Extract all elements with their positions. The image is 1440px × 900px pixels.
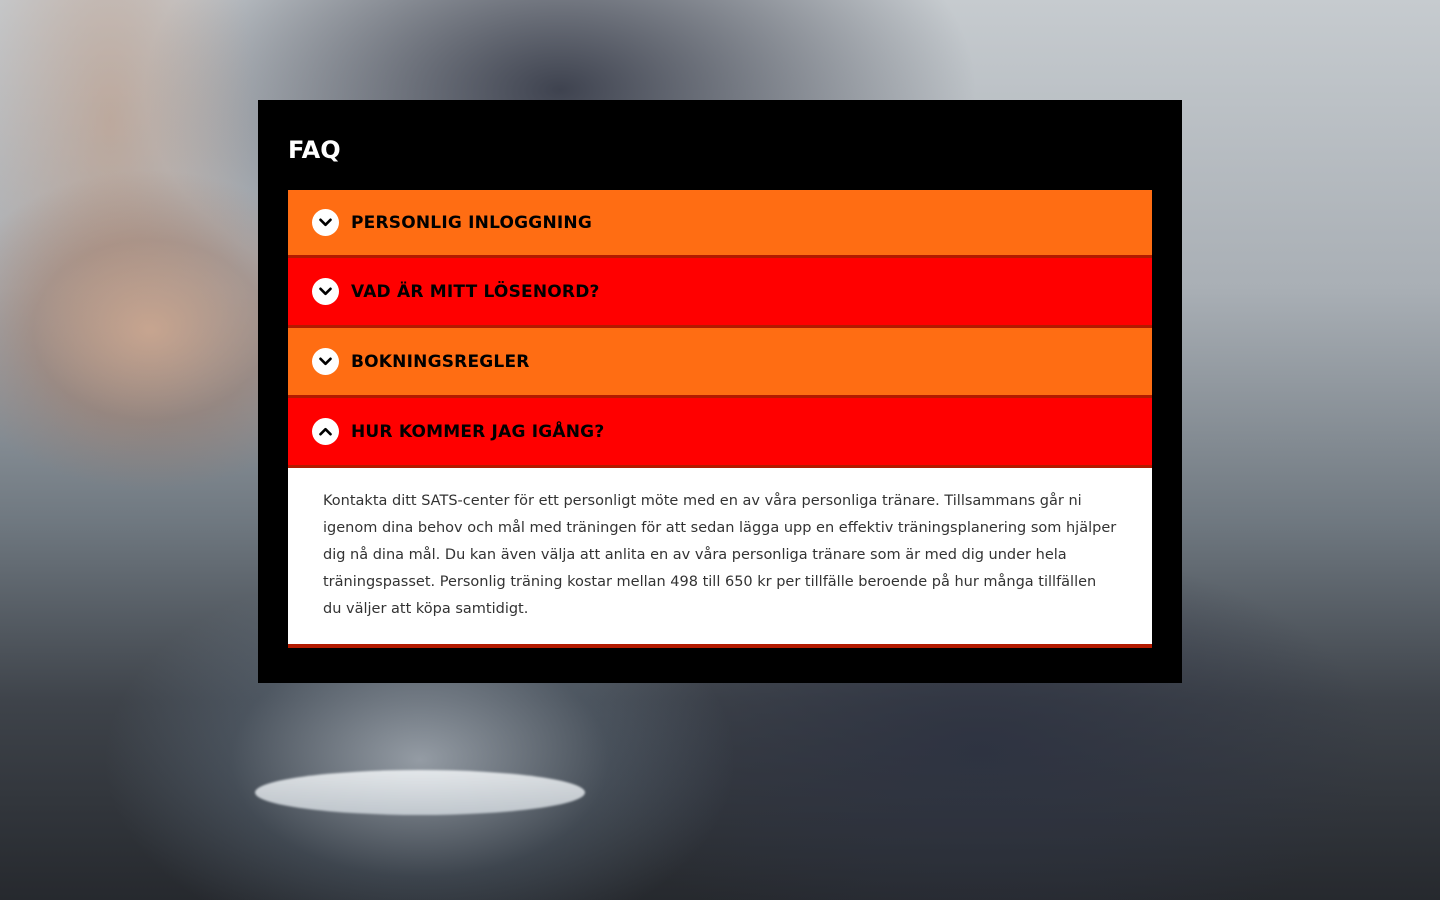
accordion-header-personlig-inloggning[interactable]: PERSONLIG INLOGGNING bbox=[288, 190, 1152, 258]
accordion-label: BOKNINGSREGLER bbox=[351, 351, 530, 372]
background-shoe bbox=[255, 770, 585, 815]
accordion-header-hur-kommer-jag-igang[interactable]: HUR KOMMER JAG IGÅNG? bbox=[288, 398, 1152, 468]
accordion-header-bokningsregler[interactable]: BOKNINGSREGLER bbox=[288, 328, 1152, 398]
chevron-down-icon[interactable] bbox=[312, 209, 339, 236]
accordion-item-bokningsregler: BOKNINGSREGLER bbox=[288, 328, 1152, 398]
accordion-item-hur-kommer-jag-igang: HUR KOMMER JAG IGÅNG? Kontakta ditt SATS… bbox=[288, 398, 1152, 648]
faq-panel: FAQ PERSONLIG INLOGGNING VAD ÄR MITT LÖS… bbox=[258, 100, 1182, 683]
chevron-down-icon[interactable] bbox=[312, 348, 339, 375]
chevron-down-icon[interactable] bbox=[312, 278, 339, 305]
accordion-label: HUR KOMMER JAG IGÅNG? bbox=[351, 421, 605, 442]
accordion-label: VAD ÄR MITT LÖSENORD? bbox=[351, 281, 600, 302]
accordion-item-vad-ar-mitt-losenord: VAD ÄR MITT LÖSENORD? bbox=[288, 258, 1152, 328]
chevron-up-icon[interactable] bbox=[312, 418, 339, 445]
accordion-header-vad-ar-mitt-losenord[interactable]: VAD ÄR MITT LÖSENORD? bbox=[288, 258, 1152, 328]
accordion-answer-text: Kontakta ditt SATS-center för ett person… bbox=[323, 493, 1117, 617]
accordion-item-personlig-inloggning: PERSONLIG INLOGGNING bbox=[288, 190, 1152, 258]
faq-title: FAQ bbox=[288, 136, 341, 164]
accordion-label: PERSONLIG INLOGGNING bbox=[351, 212, 592, 233]
accordion-answer-panel: Kontakta ditt SATS-center för ett person… bbox=[288, 468, 1152, 648]
